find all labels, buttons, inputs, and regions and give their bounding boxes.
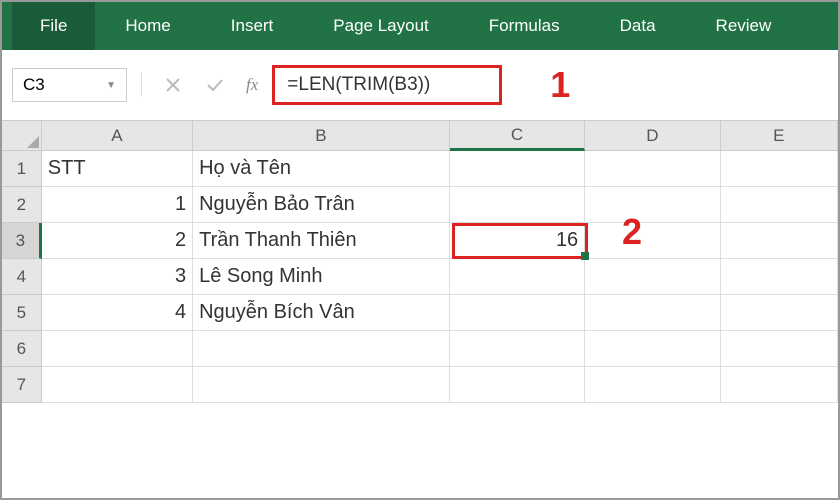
cancel-icon[interactable] <box>156 68 190 102</box>
cell-C7[interactable] <box>450 367 585 403</box>
row-header-5[interactable]: 5 <box>2 295 42 331</box>
row-header-7[interactable]: 7 <box>2 367 42 403</box>
select-all-corner[interactable] <box>2 121 42 151</box>
cell-A2[interactable]: 1 <box>42 187 193 223</box>
annotation-2: 2 <box>622 211 642 253</box>
cell-D2[interactable] <box>585 187 720 223</box>
cell-D5[interactable] <box>585 295 720 331</box>
divider <box>141 73 142 97</box>
name-box-value: C3 <box>23 75 45 95</box>
row-2: 2 1 Nguyễn Bảo Trân <box>2 187 838 223</box>
cell-B7[interactable] <box>193 367 450 403</box>
col-header-A[interactable]: A <box>42 121 193 151</box>
row-header-6[interactable]: 6 <box>2 331 42 367</box>
cell-A3[interactable]: 2 <box>42 223 193 259</box>
tab-page-layout[interactable]: Page Layout <box>303 2 458 50</box>
col-header-D[interactable]: D <box>585 121 720 151</box>
formula-input[interactable]: =LEN(TRIM(B3)) <box>272 65 502 105</box>
tab-formulas[interactable]: Formulas <box>459 2 590 50</box>
annotation-1: 1 <box>550 64 570 106</box>
name-box[interactable]: C3 ▼ <box>12 68 127 102</box>
cell-A7[interactable] <box>42 367 193 403</box>
row-header-2[interactable]: 2 <box>2 187 42 223</box>
row-4: 4 3 Lê Song Minh <box>2 259 838 295</box>
row-1: 1 STT Họ và Tên <box>2 151 838 187</box>
cell-E4[interactable] <box>721 259 838 295</box>
tab-home[interactable]: Home <box>95 2 200 50</box>
cell-C6[interactable] <box>450 331 585 367</box>
row-header-1[interactable]: 1 <box>2 151 42 187</box>
cell-B3[interactable]: Trần Thanh Thiên <box>193 223 450 259</box>
cell-C5[interactable] <box>450 295 585 331</box>
tab-file[interactable]: File <box>12 2 95 50</box>
formula-bar-area: C3 ▼ fx =LEN(TRIM(B3)) 1 <box>2 50 838 120</box>
cell-B5[interactable]: Nguyễn Bích Vân <box>193 295 450 331</box>
tab-data[interactable]: Data <box>590 2 686 50</box>
formula-value: =LEN(TRIM(B3)) <box>287 74 430 96</box>
cell-E5[interactable] <box>721 295 838 331</box>
cell-C1[interactable] <box>450 151 585 187</box>
cell-C4[interactable] <box>450 259 585 295</box>
name-box-dropdown-icon[interactable]: ▼ <box>106 80 116 91</box>
spreadsheet-grid: A B C D E 1 STT Họ và Tên 2 1 Nguyễn Bảo… <box>2 120 838 403</box>
row-header-3[interactable]: 3 <box>2 223 42 259</box>
cell-B6[interactable] <box>193 331 450 367</box>
cell-D6[interactable] <box>585 331 720 367</box>
tab-review[interactable]: Review <box>686 2 802 50</box>
row-7: 7 <box>2 367 838 403</box>
cell-B4[interactable]: Lê Song Minh <box>193 259 450 295</box>
cell-D1[interactable] <box>585 151 720 187</box>
column-header-row: A B C D E <box>2 121 838 151</box>
cell-E7[interactable] <box>721 367 838 403</box>
cell-E6[interactable] <box>721 331 838 367</box>
cell-D7[interactable] <box>585 367 720 403</box>
cell-D4[interactable] <box>585 259 720 295</box>
cell-A1[interactable]: STT <box>42 151 193 187</box>
cell-A5[interactable]: 4 <box>42 295 193 331</box>
fx-label[interactable]: fx <box>246 75 258 95</box>
cell-B1[interactable]: Họ và Tên <box>193 151 450 187</box>
row-header-4[interactable]: 4 <box>2 259 42 295</box>
cell-A4[interactable]: 3 <box>42 259 193 295</box>
cell-A6[interactable] <box>42 331 193 367</box>
select-all-triangle-icon <box>27 136 39 148</box>
cell-B2[interactable]: Nguyễn Bảo Trân <box>193 187 450 223</box>
cell-C3[interactable]: 16 <box>450 223 585 259</box>
cell-E2[interactable] <box>721 187 838 223</box>
row-5: 5 4 Nguyễn Bích Vân <box>2 295 838 331</box>
cell-E1[interactable] <box>721 151 838 187</box>
ribbon-tabs: File Home Insert Page Layout Formulas Da… <box>2 2 838 50</box>
cell-E3[interactable] <box>721 223 838 259</box>
tab-insert[interactable]: Insert <box>201 2 304 50</box>
enter-icon[interactable] <box>198 68 232 102</box>
cell-D3[interactable] <box>585 223 720 259</box>
col-header-E[interactable]: E <box>721 121 838 151</box>
row-3: 3 2 Trần Thanh Thiên 16 <box>2 223 838 259</box>
col-header-B[interactable]: B <box>193 121 450 151</box>
cell-C2[interactable] <box>450 187 585 223</box>
col-header-C[interactable]: C <box>450 121 585 151</box>
row-6: 6 <box>2 331 838 367</box>
